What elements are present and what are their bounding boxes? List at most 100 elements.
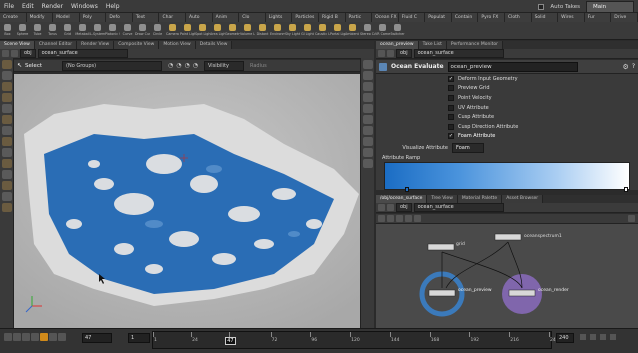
- gear-icon[interactable]: [628, 215, 635, 222]
- group-tool-icon[interactable]: [2, 181, 12, 190]
- node-oceanspectrum-label[interactable]: oceanspectrum1: [524, 234, 562, 239]
- start-frame-field[interactable]: 1: [128, 333, 150, 343]
- ramp-key[interactable]: [405, 186, 409, 192]
- desktop-select[interactable]: Main: [586, 1, 634, 13]
- path-node[interactable]: ocean_surface: [413, 203, 504, 212]
- back-icon[interactable]: [2, 50, 9, 57]
- shelf-tool[interactable]: Draw Curve: [135, 22, 150, 40]
- node-grid-label[interactable]: grid: [456, 242, 465, 247]
- scene-viewport[interactable]: [14, 74, 360, 328]
- shelf-tab[interactable]: Populat: [425, 13, 452, 22]
- attribute-ramp[interactable]: [384, 161, 630, 192]
- shelf-tab[interactable]: Pyro FX: [478, 13, 505, 22]
- back-icon[interactable]: [378, 50, 385, 57]
- forward-icon[interactable]: [387, 50, 394, 57]
- tab-asset-browser[interactable]: Asset Browser: [502, 195, 544, 203]
- shelf-tool[interactable]: Ambient L: [345, 22, 360, 40]
- tab-performance-monitor[interactable]: Performance Monitor: [446, 41, 503, 49]
- settings-icon[interactable]: [610, 334, 616, 340]
- shelf-tool[interactable]: Grid: [60, 22, 75, 40]
- shading-icon[interactable]: [363, 82, 373, 91]
- bulb-icon[interactable]: ◔: [176, 62, 181, 69]
- shelf-tool[interactable]: Geometry: [225, 22, 240, 40]
- tab-network[interactable]: /obj/ocean_surface: [376, 195, 428, 203]
- add-icon[interactable]: [378, 215, 385, 222]
- go-start-icon[interactable]: [4, 333, 12, 341]
- gear-icon[interactable]: ⚙: [623, 63, 629, 71]
- shelf-tool[interactable]: VR Camera: [375, 22, 390, 40]
- step-forward-icon[interactable]: [49, 333, 57, 341]
- go-end-icon[interactable]: [58, 333, 66, 341]
- tab-motion-view[interactable]: Motion View: [159, 41, 196, 49]
- view-icon[interactable]: [396, 215, 403, 222]
- group-field[interactable]: (No Groups): [62, 60, 162, 71]
- view-tool-icon[interactable]: [2, 126, 12, 135]
- timeline-ruler[interactable]: 12447729612014416819221624047: [152, 331, 559, 349]
- path-obj[interactable]: obj: [396, 49, 412, 58]
- shelf-tool[interactable]: Torus: [45, 22, 60, 40]
- shelf-tool[interactable]: Sky Light: [285, 22, 300, 40]
- brush-tool-icon[interactable]: [2, 148, 12, 157]
- grid-icon[interactable]: [363, 104, 373, 113]
- node-ocean-render-label[interactable]: ocean_render: [538, 288, 569, 293]
- shelf-tool[interactable]: Sphere: [15, 22, 30, 40]
- foam-attribute-checkbox[interactable]: ✓: [448, 133, 454, 140]
- cusp-attribute-checkbox[interactable]: [448, 114, 454, 121]
- current-frame-marker[interactable]: 47: [225, 337, 236, 345]
- forward-icon[interactable]: [11, 50, 18, 57]
- camera-menu-icon[interactable]: [363, 71, 373, 80]
- shelf-tab[interactable]: Wires: [558, 13, 585, 22]
- bulb-icon[interactable]: ◔: [168, 62, 173, 69]
- shelf-tool[interactable]: GI Light: [300, 22, 315, 40]
- paint-tool-icon[interactable]: [2, 159, 12, 168]
- tab-take-list[interactable]: Take List: [418, 41, 447, 49]
- display-options-icon[interactable]: [363, 60, 373, 69]
- shelf-tool[interactable]: Distant: [255, 22, 270, 40]
- tab-tree-view[interactable]: Tree View: [427, 195, 458, 203]
- shelf-tool[interactable]: Portal Light: [330, 22, 345, 40]
- shelf-tool[interactable]: Volume L: [240, 22, 255, 40]
- shape-icon[interactable]: [414, 215, 421, 222]
- shelf-tool[interactable]: Tube: [30, 22, 45, 40]
- path-obj[interactable]: obj: [20, 49, 36, 58]
- shelf-tool[interactable]: Environment: [270, 22, 285, 40]
- shelf-tool[interactable]: Spot Light: [195, 22, 210, 40]
- stop-icon[interactable]: [31, 333, 39, 341]
- shelf-tool[interactable]: Camera: [165, 22, 180, 40]
- menu-file[interactable]: File: [0, 0, 18, 13]
- shelf-tab[interactable]: Drive: [611, 13, 638, 22]
- tab-render-view[interactable]: Render View: [77, 41, 115, 49]
- wireframe-icon[interactable]: [363, 93, 373, 102]
- end-frame-field[interactable]: 240: [556, 333, 574, 343]
- back-icon[interactable]: [378, 204, 385, 211]
- menu-windows[interactable]: Windows: [67, 0, 102, 13]
- help-icon[interactable]: ?: [632, 63, 635, 70]
- shelf-tool[interactable]: Point Light: [180, 22, 195, 40]
- lock-icon[interactable]: [363, 148, 373, 157]
- step-back-icon[interactable]: [13, 333, 21, 341]
- visualize-dropdown[interactable]: Foam: [452, 142, 484, 153]
- tab-material-palette[interactable]: Material Palette: [457, 195, 503, 203]
- shelf-tool[interactable]: Metaball: [75, 22, 90, 40]
- shelf-tool[interactable]: L-System: [90, 22, 105, 40]
- bulb-icon[interactable]: ◔: [193, 62, 198, 69]
- play-reverse-icon[interactable]: [22, 333, 30, 341]
- shelf-tool[interactable]: Box: [0, 22, 15, 40]
- tab-scene-view[interactable]: Scene View: [0, 41, 35, 49]
- bulb-icon[interactable]: ◔: [185, 62, 190, 69]
- tab-composite-view[interactable]: Composite View: [114, 41, 160, 49]
- ramp-key[interactable]: [624, 186, 628, 192]
- auto-takes-checkbox[interactable]: [538, 4, 545, 10]
- play-icon[interactable]: [40, 333, 48, 341]
- pose-tool-icon[interactable]: [2, 115, 12, 124]
- rotate-tool-icon[interactable]: [2, 82, 12, 91]
- scale-tool-icon[interactable]: [2, 93, 12, 102]
- path-obj[interactable]: obj: [396, 203, 412, 212]
- cusp-direction-checkbox[interactable]: [448, 123, 454, 130]
- ghost-icon[interactable]: [363, 137, 373, 146]
- color-icon[interactable]: [405, 215, 412, 222]
- node-ocean-preview-label[interactable]: ocean_preview: [458, 288, 492, 293]
- camera-tool-icon[interactable]: [2, 203, 12, 212]
- shelf-tab[interactable]: Contain: [451, 13, 479, 22]
- move-tool-icon[interactable]: [2, 71, 12, 80]
